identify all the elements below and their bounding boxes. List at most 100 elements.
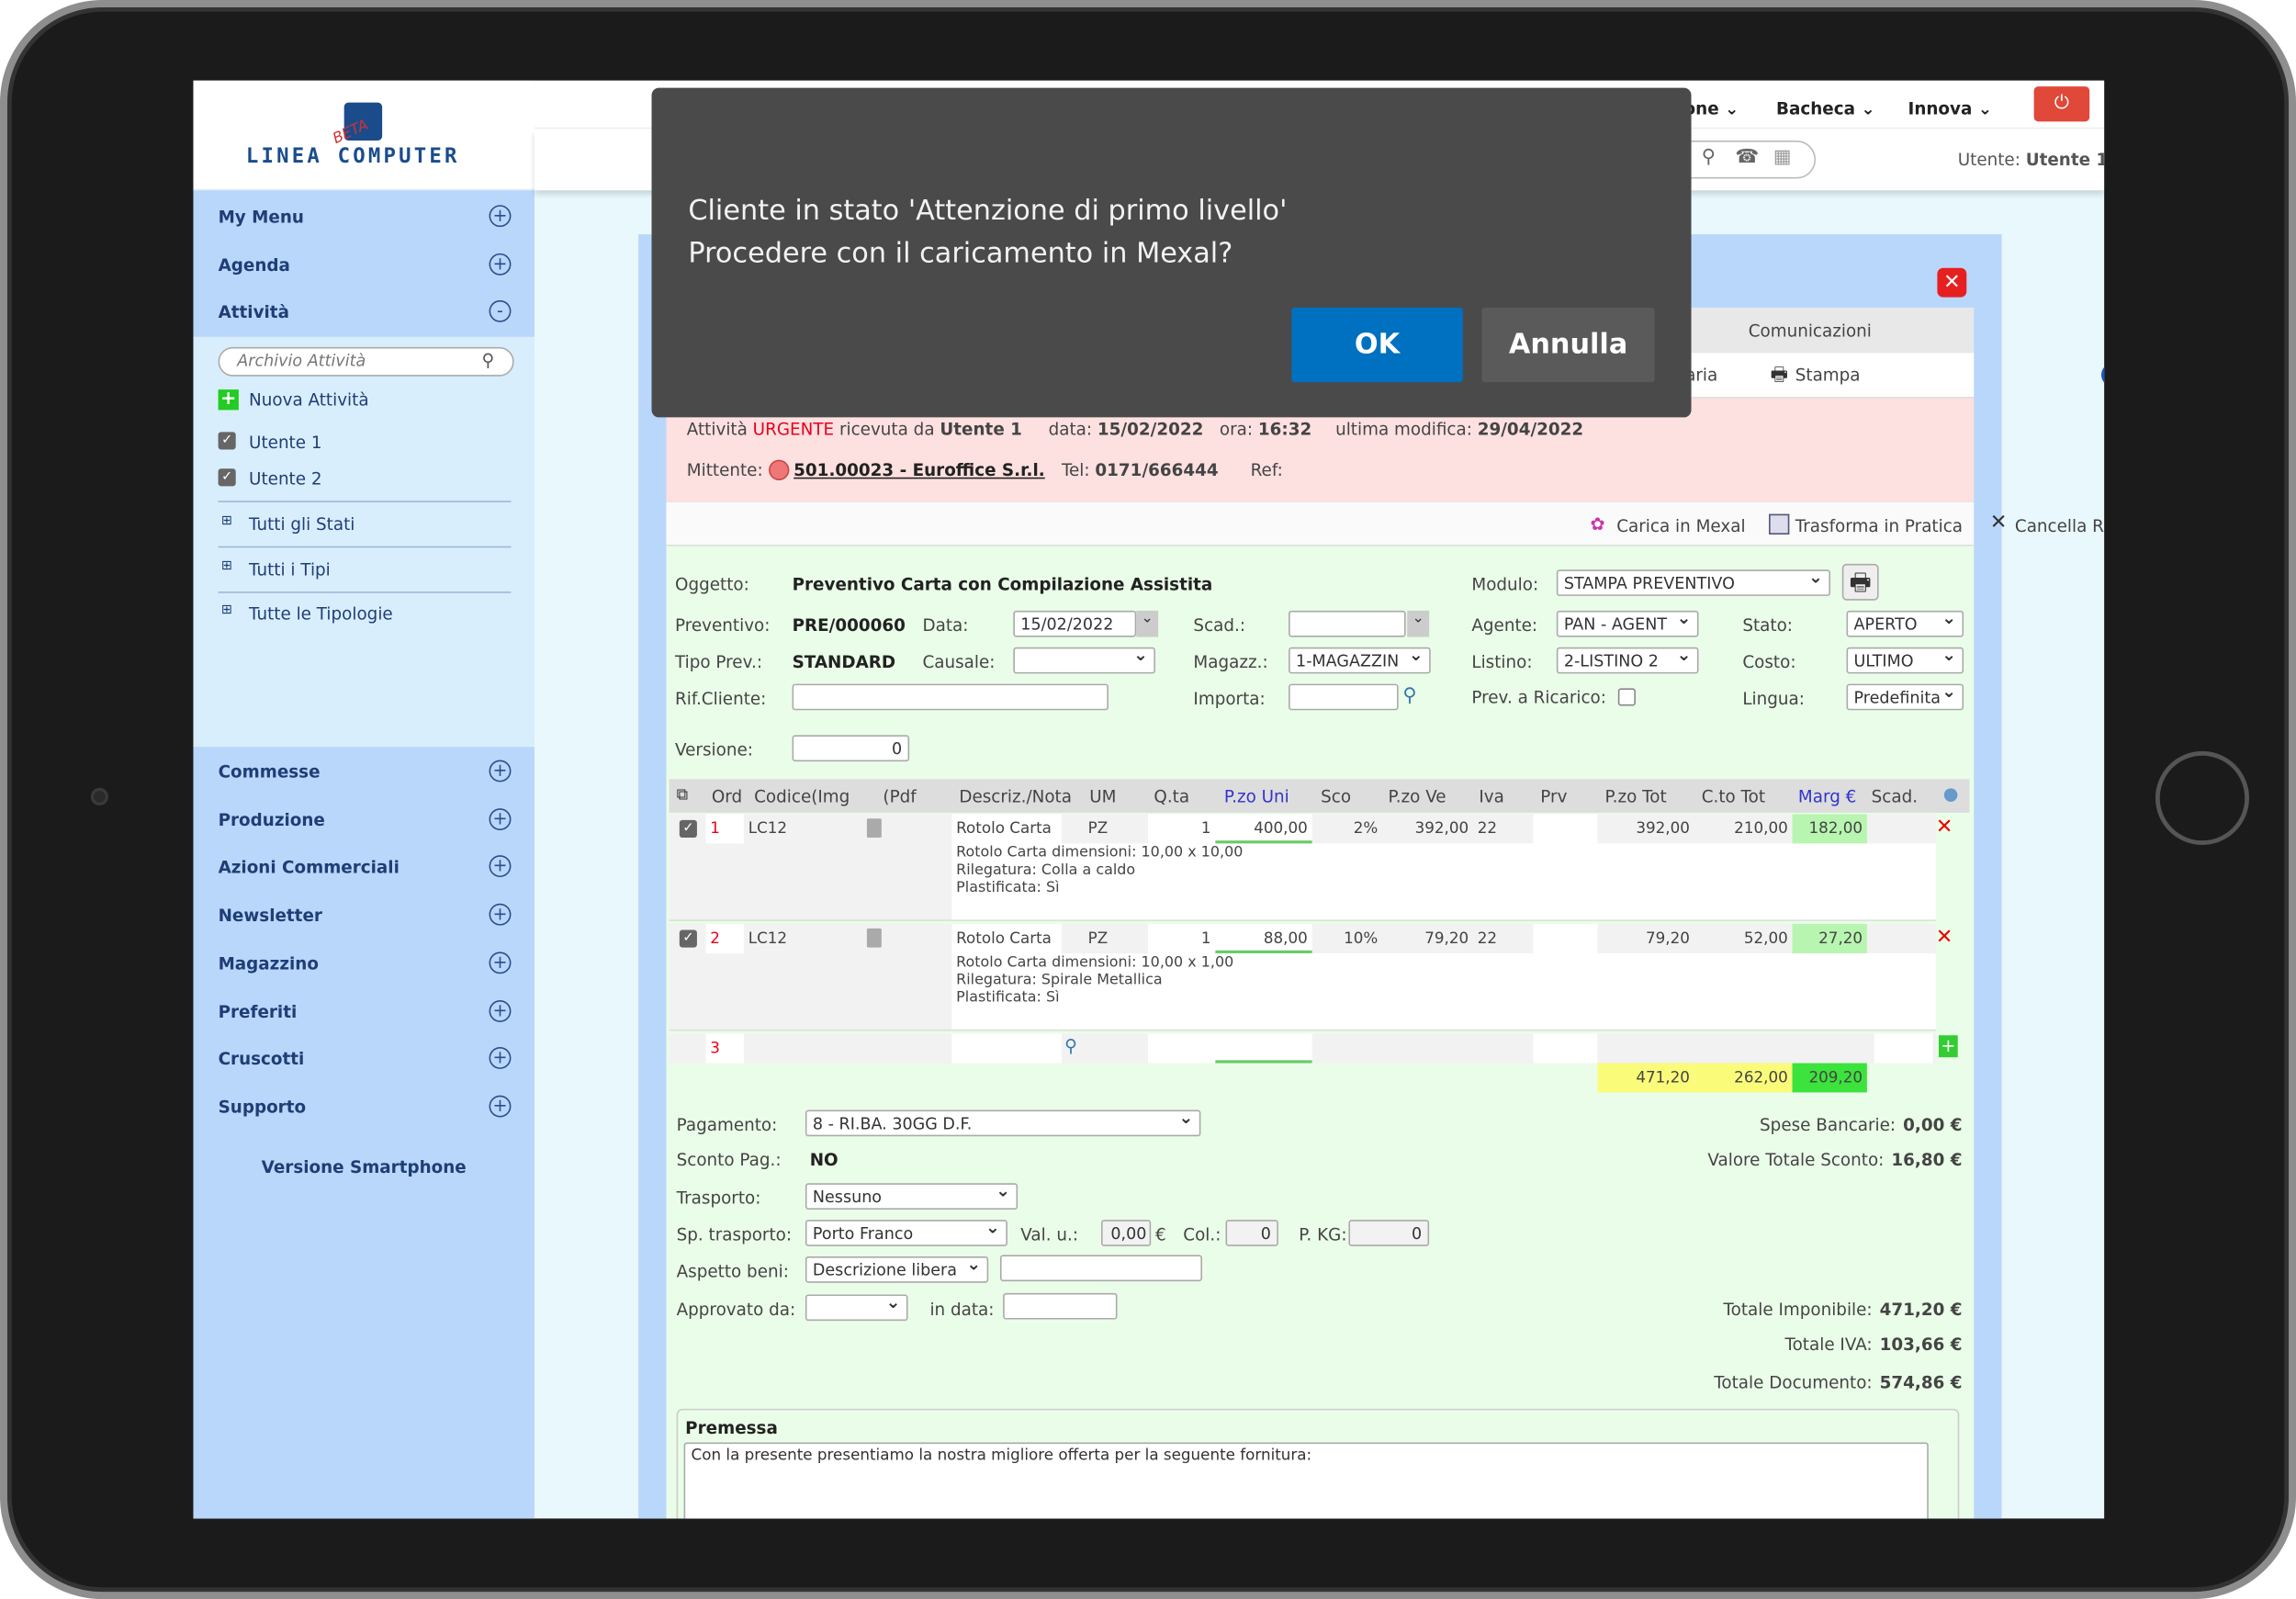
cell-prv[interactable]: [1533, 924, 1598, 953]
sender-link[interactable]: 501.00023 - Euroffice S.r.l.: [793, 460, 1045, 480]
search-icon[interactable]: ⚲: [1702, 146, 1716, 168]
price-list-select[interactable]: 2-LISTINO 2: [1556, 647, 1699, 674]
expand-icon[interactable]: +: [489, 253, 512, 276]
expand-icon[interactable]: +: [489, 999, 512, 1022]
agent-select[interactable]: PAN - AGENT: [1556, 610, 1699, 637]
transform-practice-button[interactable]: Trasforma in Pratica: [1795, 515, 1963, 535]
cell-iva[interactable]: 22: [1473, 924, 1533, 953]
expand-icon[interactable]: +: [489, 807, 512, 830]
premessa-textarea[interactable]: Con la presente presentiamo la nostra mi…: [683, 1442, 1929, 1519]
cell-iva[interactable]: 22: [1473, 814, 1533, 843]
cell-um[interactable]: PZ: [1084, 814, 1148, 843]
cancel-button[interactable]: Annulla: [1481, 307, 1655, 383]
causale-select[interactable]: [1013, 647, 1155, 674]
new-row-input[interactable]: [1533, 1033, 1598, 1064]
print-button[interactable]: Stampa: [1795, 365, 1861, 385]
sidebar-item-magazzino[interactable]: Magazzino: [219, 953, 319, 974]
expand-icon[interactable]: +: [489, 952, 512, 974]
date-picker-icon[interactable]: ⌄: [1136, 610, 1159, 637]
close-icon[interactable]: ✕: [1937, 267, 1967, 298]
filter-tipologie[interactable]: Tutte le Tipologie: [249, 603, 393, 624]
transport-select[interactable]: Nessuno: [805, 1183, 1019, 1210]
cell-pzuni[interactable]: 400,00: [1215, 814, 1312, 844]
shipping-select[interactable]: Porto Franco: [805, 1220, 1007, 1246]
column-header[interactable]: Iva: [1479, 786, 1504, 806]
smartphone-version-link[interactable]: Versione Smartphone: [193, 1157, 534, 1177]
cell-descr[interactable]: Rotolo Carta: [951, 924, 1062, 953]
column-header[interactable]: P.zo Tot: [1604, 786, 1666, 806]
column-header[interactable]: Marg €: [1798, 786, 1856, 806]
cell-sco[interactable]: 10%: [1312, 924, 1383, 953]
expand-icon[interactable]: +: [489, 205, 512, 228]
new-row-input[interactable]: [1148, 1033, 1216, 1064]
sidebar-item-newsletter[interactable]: Newsletter: [219, 905, 322, 925]
printer-icon[interactable]: 🖶: [1771, 362, 1789, 394]
import-input[interactable]: [1289, 683, 1399, 711]
tab-comunicazioni[interactable]: Comunicazioni: [1749, 321, 1872, 341]
goods-aspect-select[interactable]: Descrizione libera: [805, 1256, 989, 1283]
packages-input[interactable]: 0: [1225, 1220, 1278, 1246]
sidebar-item-supporto[interactable]: Supporto: [219, 1097, 307, 1117]
expand-icon[interactable]: +: [489, 903, 512, 926]
delete-row-icon[interactable]: ✕: [1936, 816, 1953, 839]
column-header[interactable]: P.zo Ve: [1388, 786, 1446, 806]
user-2-checkbox[interactable]: ✓: [218, 468, 236, 487]
menu-innova[interactable]: Innova ⌄: [1908, 98, 1993, 118]
cell-pzuni[interactable]: 88,00: [1215, 924, 1312, 953]
language-select[interactable]: Predefinita: [1846, 683, 1964, 711]
column-header[interactable]: C.to Tot: [1702, 786, 1765, 806]
client-ref-input[interactable]: [792, 683, 1109, 711]
expand-icon[interactable]: +: [489, 760, 512, 783]
column-header[interactable]: Descriz./Nota: [959, 786, 1072, 806]
sidebar-item-azioni-commerciali[interactable]: Azioni Commerciali: [219, 857, 400, 877]
new-activity-link[interactable]: Nuova Attività: [249, 389, 369, 410]
help-icon[interactable]: ?: [2100, 363, 2105, 387]
cell-ord[interactable]: 1: [705, 814, 744, 844]
column-header[interactable]: UM: [1089, 786, 1116, 806]
sidebar-item-commesse[interactable]: Commesse: [219, 761, 321, 782]
new-row-input[interactable]: [951, 1033, 1062, 1064]
approved-by-select[interactable]: [805, 1294, 908, 1322]
cell-ord[interactable]: 2: [705, 924, 744, 953]
menu-partial[interactable]: one ⌄: [1684, 98, 1739, 118]
sidebar-item-preferiti[interactable]: Preferiti: [219, 1001, 298, 1021]
expand-icon[interactable]: +: [489, 1095, 512, 1118]
column-header[interactable]: Codice(Img: [754, 786, 850, 806]
add-row-icon[interactable]: +: [1938, 1035, 1958, 1058]
row-checkbox[interactable]: ✓: [679, 929, 697, 948]
sidebar-item-agenda[interactable]: Agenda: [219, 254, 290, 275]
column-header[interactable]: Sco: [1321, 786, 1351, 806]
collapse-icon[interactable]: -: [489, 299, 512, 322]
copy-icon[interactable]: ⧉: [677, 785, 689, 805]
filter-stati[interactable]: Tutti gli Stati: [249, 514, 355, 535]
import-search-icon[interactable]: ⚲: [1402, 685, 1416, 707]
row-checkbox[interactable]: ✓: [679, 819, 697, 838]
cell-prv[interactable]: [1533, 814, 1598, 844]
warehouse-select[interactable]: 1-MAGAZZIN: [1289, 647, 1431, 674]
cell-descr[interactable]: Rotolo Carta: [951, 814, 1062, 844]
delete-rows-button[interactable]: Cancella Righe: [2015, 515, 2104, 535]
weight-input[interactable]: 0: [1348, 1220, 1430, 1246]
cell-pzve[interactable]: 79,20: [1382, 924, 1473, 953]
ok-button[interactable]: OK: [1291, 307, 1463, 383]
column-header[interactable]: Ord: [712, 786, 742, 806]
column-header[interactable]: Prv: [1540, 786, 1567, 806]
approval-date-input[interactable]: [1003, 1292, 1118, 1320]
date-picker-icon[interactable]: ⌄: [1407, 610, 1430, 637]
calculator-icon[interactable]: [866, 928, 882, 948]
expand-icon[interactable]: ⊞: [221, 603, 232, 618]
home-button[interactable]: [2155, 750, 2249, 845]
cell-codice[interactable]: LC12: [744, 814, 864, 843]
user-1-checkbox[interactable]: ✓: [218, 432, 236, 450]
search-article-icon[interactable]: ⚲: [1064, 1035, 1077, 1055]
ricarico-checkbox[interactable]: [1617, 688, 1636, 706]
phone-icon[interactable]: ☎: [1735, 146, 1759, 168]
goods-aspect-input[interactable]: [999, 1255, 1203, 1282]
column-header[interactable]: Scad.: [1872, 786, 1918, 806]
cost-select[interactable]: ULTIMO: [1846, 647, 1964, 674]
module-select[interactable]: STAMPA PREVENTIVO: [1556, 569, 1830, 596]
cell-codice[interactable]: LC12: [744, 924, 864, 953]
cell-sco[interactable]: 2%: [1312, 814, 1383, 843]
search-icon[interactable]: ⚲: [482, 350, 495, 370]
version-input[interactable]: 0: [792, 735, 910, 762]
